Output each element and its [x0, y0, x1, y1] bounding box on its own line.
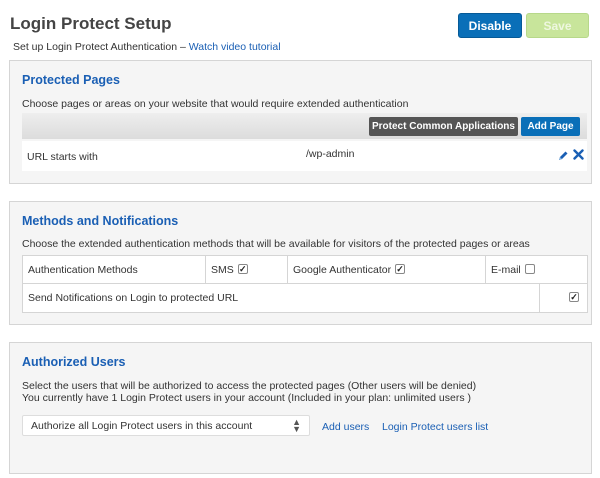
sms-label: SMS	[211, 263, 234, 276]
save-button[interactable]: Save	[526, 13, 589, 38]
add-page-button[interactable]: Add Page	[521, 117, 580, 136]
users-list-link[interactable]: Login Protect users list	[382, 421, 488, 433]
authorize-select-value: Authorize all Login Protect users in thi…	[31, 420, 253, 432]
google-authenticator-label: Google Authenticator	[293, 263, 392, 276]
url-value: /wp-admin	[306, 148, 355, 160]
sms-option[interactable]: SMS ✓	[205, 255, 288, 284]
methods-table: Authentication Methods SMS ✓ Google Authe…	[22, 255, 588, 313]
auth-methods-label: Authentication Methods	[22, 255, 206, 284]
notifications-checkbox[interactable]: ✓	[569, 292, 579, 303]
google-authenticator-option[interactable]: Google Authenticator ✓	[287, 255, 486, 284]
video-tutorial-link[interactable]: Watch video tutorial	[189, 41, 281, 53]
notifications-label: Send Notifications on Login to protected…	[22, 283, 540, 313]
close-icon[interactable]	[573, 149, 585, 161]
email-checkbox[interactable]	[524, 263, 535, 274]
methods-notifications-panel: Methods and Notifications Choose the ext…	[9, 201, 592, 325]
authorized-users-panel: Authorized Users Select the users that w…	[9, 342, 592, 474]
google-authenticator-checkbox[interactable]: ✓	[395, 263, 406, 274]
protected-pages-title: Protected Pages	[22, 73, 120, 87]
authorized-users-description: Select the users that will be authorized…	[22, 380, 476, 404]
notifications-cell: ✓	[539, 283, 588, 313]
protect-common-applications-button[interactable]: Protect Common Applications	[369, 117, 518, 136]
authorize-users-select[interactable]: Authorize all Login Protect users in thi…	[22, 415, 310, 436]
protected-pages-panel: Protected Pages Choose pages or areas on…	[9, 60, 592, 184]
protected-pages-toolbar: Protect Common Applications Add Page	[22, 113, 587, 139]
updown-arrow-icon: ▲ ▼	[292, 417, 301, 434]
disable-button[interactable]: Disable	[458, 13, 522, 38]
page-subtitle: Set up Login Protect Authentication – Wa…	[13, 41, 281, 53]
methods-title: Methods and Notifications	[22, 214, 179, 228]
url-condition-label: URL starts with	[27, 151, 98, 163]
pencil-icon[interactable]	[557, 150, 569, 162]
subtitle-text: Set up Login Protect Authentication –	[13, 41, 186, 53]
protected-pages-description: Choose pages or areas on your website th…	[22, 98, 409, 110]
authorized-users-title: Authorized Users	[22, 355, 126, 369]
sms-checkbox[interactable]: ✓	[237, 263, 248, 274]
authorized-desc-line1: Select the users that will be authorized…	[22, 380, 477, 392]
methods-description: Choose the extended authentication metho…	[22, 238, 530, 250]
email-option[interactable]: E-mail	[485, 255, 588, 284]
authorized-desc-line2: You currently have 1 Login Protect users…	[22, 392, 472, 404]
add-users-link[interactable]: Add users	[322, 421, 369, 433]
protected-page-row: URL starts with /wp-admin	[22, 141, 587, 171]
email-label: E-mail	[491, 263, 521, 276]
page-title: Login Protect Setup	[10, 14, 172, 33]
